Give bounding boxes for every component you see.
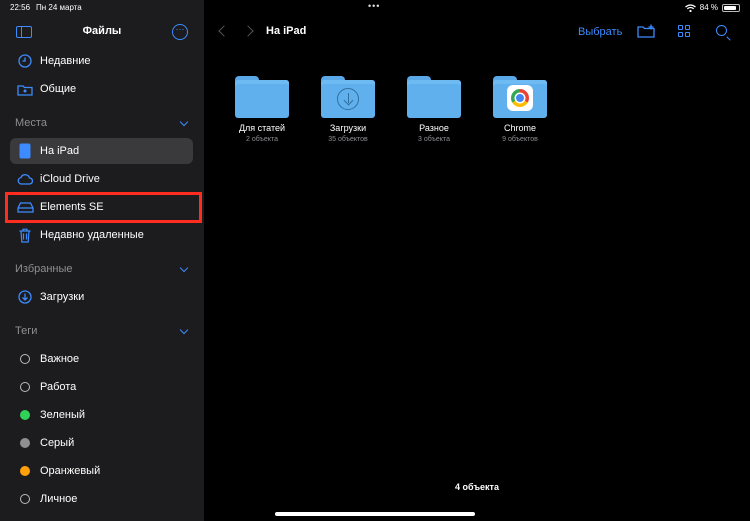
sidebar-item-recently-deleted[interactable]: Недавно удаленные	[10, 222, 193, 248]
folder-item[interactable]: Загрузки 35 объектов	[313, 76, 383, 143]
folder-item[interactable]: Chrome 9 объектов	[485, 76, 555, 143]
section-title: Места	[15, 117, 47, 129]
clock-icon	[16, 52, 34, 70]
folder-count: 2 объекта	[246, 136, 278, 143]
folder-name: Загрузки	[329, 123, 367, 133]
navigation-bar: На iPad Выбрать	[204, 20, 750, 44]
tag-label: Важное	[40, 353, 80, 365]
chevron-down-icon[interactable]	[179, 117, 189, 126]
folder-item[interactable]: Для статей 2 объекта	[227, 76, 297, 143]
wifi-icon	[684, 3, 696, 12]
status-right: 84 %	[684, 3, 740, 12]
new-folder-icon[interactable]	[637, 24, 655, 38]
chevron-down-icon[interactable]	[179, 325, 189, 334]
main-content: На iPad Выбрать Для статей 2 объекта Заг…	[204, 0, 750, 521]
tag-label: Личное	[40, 493, 78, 505]
chevron-down-icon[interactable]	[179, 263, 189, 272]
sidebar-item-label: Загрузки	[40, 291, 85, 303]
select-button[interactable]: Выбрать	[578, 26, 622, 38]
folder-name: Для статей	[238, 123, 286, 133]
sidebar-item-label: Недавние	[40, 55, 91, 67]
folder-item[interactable]: Разное 3 объекта	[399, 76, 469, 143]
tag-item[interactable]: Серый	[10, 430, 193, 456]
status-bar: 22:56 Пн 24 марта ••• 84 %	[0, 0, 750, 14]
multitasking-dots-icon[interactable]: •••	[368, 1, 380, 11]
download-circle-icon	[16, 288, 34, 306]
sidebar-item-recent[interactable]: Недавние	[10, 48, 193, 74]
folder-count: 35 объектов	[328, 136, 368, 143]
shared-folder-icon	[16, 80, 34, 98]
annotation-highlight-box	[5, 192, 202, 223]
status-date: Пн 24 марта	[36, 3, 82, 12]
sidebar-item-label: Недавно удаленные	[40, 229, 144, 241]
folder-count: 9 объектов	[502, 136, 538, 143]
trash-icon	[16, 226, 34, 244]
tag-item[interactable]: Личное	[10, 486, 193, 512]
tag-label: Работа	[40, 381, 77, 393]
sidebar-item-label: На iPad	[40, 145, 80, 157]
downloads-folder-icon	[321, 76, 375, 118]
forward-chevron-icon[interactable]	[242, 25, 254, 37]
cloud-icon	[16, 170, 34, 188]
ipad-icon	[16, 142, 34, 160]
tag-dot-icon	[20, 382, 30, 392]
chrome-folder-icon	[493, 76, 547, 118]
search-icon[interactable]	[716, 25, 727, 36]
status-time: 22:56	[10, 3, 31, 12]
sidebar-item-ipad[interactable]: На iPad	[10, 138, 193, 164]
section-title: Избранные	[15, 263, 73, 275]
tag-label: Зеленый	[40, 409, 86, 421]
tag-dot-icon	[20, 466, 30, 476]
sidebar-item-icloud[interactable]: iCloud Drive	[10, 166, 193, 192]
folder-name: Разное	[419, 123, 449, 133]
tag-label: Серый	[40, 437, 75, 449]
folder-count: 3 объекта	[418, 136, 450, 143]
section-places-header[interactable]: Места	[15, 117, 191, 129]
tag-dot-icon	[20, 354, 30, 364]
sidebar-item-downloads[interactable]: Загрузки	[10, 284, 193, 310]
home-indicator[interactable]	[275, 512, 475, 516]
items-count: 4 объекта	[455, 482, 499, 492]
tag-item[interactable]: Оранжевый	[10, 458, 193, 484]
section-tags-header[interactable]: Теги	[15, 325, 191, 337]
tag-dot-icon	[20, 410, 30, 420]
sidebar: Файлы ··· Недавние Общие Места На iPad i…	[0, 0, 204, 521]
tag-label: Оранжевый	[40, 465, 101, 477]
tag-dot-icon	[20, 494, 30, 504]
section-favorites-header[interactable]: Избранные	[15, 263, 191, 275]
sidebar-item-label: iCloud Drive	[40, 173, 100, 185]
tag-item[interactable]: Зеленый	[10, 402, 193, 428]
tag-dot-icon	[20, 438, 30, 448]
sidebar-item-shared[interactable]: Общие	[10, 76, 193, 102]
page-title: На iPad	[266, 25, 307, 37]
folder-name: Chrome	[503, 123, 536, 133]
battery-icon	[722, 3, 740, 12]
battery-percent: 84 %	[699, 3, 718, 12]
tag-item[interactable]: Работа	[10, 374, 193, 400]
folder-icon	[235, 76, 289, 118]
back-chevron-icon[interactable]	[218, 25, 230, 37]
sidebar-item-label: Общие	[40, 83, 77, 95]
sidebar-header: Файлы ···	[0, 20, 204, 44]
grid-view-icon[interactable]	[678, 25, 691, 38]
section-title: Теги	[15, 325, 38, 337]
folder-icon	[407, 76, 461, 118]
tag-item[interactable]: Важное	[10, 346, 193, 372]
more-options-icon[interactable]: ···	[172, 24, 188, 40]
